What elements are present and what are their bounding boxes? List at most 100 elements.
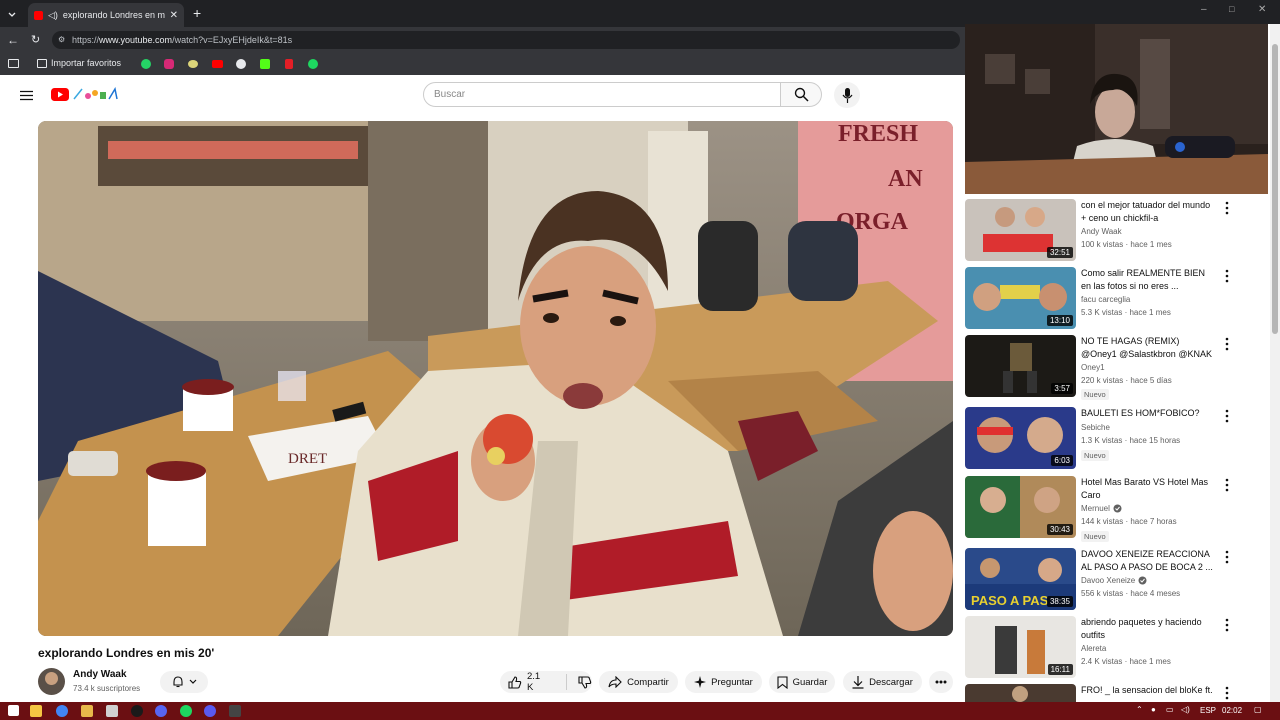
channel-name[interactable]: Andy Waak xyxy=(73,669,127,680)
video-title[interactable]: Hotel Mas Barato VS Hotel Mas Caro xyxy=(1081,476,1217,501)
video-thumbnail[interactable]: 32:51 xyxy=(965,199,1076,261)
like-icon[interactable] xyxy=(508,675,522,689)
search-icon xyxy=(794,87,809,102)
spotify-icon[interactable] xyxy=(308,59,318,69)
maximize-icon[interactable]: □ xyxy=(1229,4,1234,14)
volume-icon[interactable]: ◁) xyxy=(1181,705,1190,714)
subscription-bell-button[interactable] xyxy=(160,671,208,693)
tab-list-icon[interactable] xyxy=(6,8,18,20)
file-explorer-icon[interactable] xyxy=(30,705,42,717)
recommendation-item[interactable]: 3:57 NO TE HAGAS (REMIX) @Oney1 @Salastk… xyxy=(965,335,1268,401)
scrollbar-thumb[interactable] xyxy=(1272,44,1278,334)
chrome-icon[interactable] xyxy=(56,705,68,717)
clock[interactable]: 02:02 xyxy=(1222,706,1242,715)
video-title[interactable]: BAULETI ES HOM*FOBICO? xyxy=(1081,407,1217,420)
site-info-icon[interactable]: ⚙ xyxy=(58,31,65,49)
discord-icon[interactable] xyxy=(155,705,167,717)
back-icon[interactable]: ← xyxy=(7,33,19,47)
recommendation-item[interactable]: 6:03 BAULETI ES HOM*FOBICO? Sebiche 1.3 … xyxy=(965,407,1268,473)
close-window-icon[interactable]: ✕ xyxy=(1258,4,1266,15)
browser-tab[interactable]: ◁) explorando Londres en mis 20 ✕ xyxy=(28,3,184,27)
video-title[interactable]: con el mejor tatuador del mundo + ceno u… xyxy=(1081,199,1217,224)
instagram-icon[interactable] xyxy=(164,59,174,69)
import-bookmarks[interactable]: Importar favoritos xyxy=(37,58,121,68)
recommendation-item[interactable]: PASO A PAS 38:35 DAVOO XENEIZE REACCIONA … xyxy=(965,548,1268,614)
channel-avatar[interactable] xyxy=(38,668,65,695)
recommendation-item[interactable]: FRO! _ la sensacion del bloKe ft. xyxy=(965,684,1268,702)
video-thumbnail[interactable]: 13:10 xyxy=(965,267,1076,329)
tray-chevron-icon[interactable]: ⌃ xyxy=(1136,705,1143,714)
youtube-bookmark-icon[interactable] xyxy=(212,60,223,68)
bookmark-ellipse-icon[interactable] xyxy=(188,60,198,68)
channel-name[interactable]: Andy Waak xyxy=(1081,227,1122,236)
new-tab-icon[interactable]: + xyxy=(193,5,201,21)
minimize-icon[interactable]: – xyxy=(1201,4,1207,15)
video-thumbnail[interactable]: 3:57 xyxy=(965,335,1076,397)
video-title[interactable]: Como salir REALMENTE BIEN en las fotos s… xyxy=(1081,267,1217,292)
channel-name[interactable]: facu carceglia xyxy=(1081,295,1130,304)
windows-start-icon[interactable] xyxy=(8,705,19,716)
more-options-icon[interactable] xyxy=(1223,478,1231,492)
share-button[interactable]: Compartir xyxy=(599,671,678,693)
notifications-icon[interactable]: ▢ xyxy=(1254,705,1262,714)
store-icon[interactable] xyxy=(106,705,118,717)
like-count[interactable]: 2.1 K xyxy=(527,671,549,693)
recommendation-item[interactable]: 32:51 con el mejor tatuador del mundo + … xyxy=(965,199,1268,265)
recommendation-item[interactable]: 13:10 Como salir REALMENTE BIEN en las f… xyxy=(965,267,1268,333)
network-icon[interactable]: ▭ xyxy=(1166,705,1174,714)
video-player[interactable]: FRESH AN ORGA DRET xyxy=(38,121,953,636)
video-thumbnail[interactable] xyxy=(965,684,1076,702)
bookmark-red-icon[interactable] xyxy=(285,59,293,69)
download-button[interactable]: Descargar xyxy=(843,671,922,693)
page-scrollbar[interactable] xyxy=(1270,24,1280,702)
save-button[interactable]: Guardar xyxy=(769,671,835,693)
menu-icon[interactable] xyxy=(20,88,33,101)
share-icon xyxy=(608,676,622,688)
channel-name[interactable]: Oney1 xyxy=(1081,363,1105,372)
youtube-logo[interactable] xyxy=(51,87,120,101)
channel-name[interactable]: Sebiche xyxy=(1081,423,1110,432)
channel-name[interactable]: Davoo Xeneize xyxy=(1081,576,1135,585)
dislike-icon[interactable] xyxy=(578,675,592,689)
video-thumbnail[interactable]: 30:43 xyxy=(965,476,1076,538)
video-title[interactable]: DAVOO XENEIZE REACCIONA AL PASO A PASO D… xyxy=(1081,548,1217,573)
close-tab-icon[interactable]: ✕ xyxy=(170,10,178,21)
mic-tray-icon[interactable]: ● xyxy=(1151,705,1156,714)
video-thumbnail[interactable]: 6:03 xyxy=(965,407,1076,469)
audio-playing-icon[interactable]: ◁) xyxy=(48,10,58,21)
more-options-icon[interactable] xyxy=(1223,269,1231,283)
obs-icon[interactable] xyxy=(131,705,143,717)
spotify-taskbar-icon[interactable] xyxy=(180,705,192,717)
app-window-icon[interactable] xyxy=(229,705,241,717)
url-bar[interactable]: ⚙ https://www.youtube.com/watch?v=EJxyEH… xyxy=(52,31,960,49)
more-options-icon[interactable] xyxy=(1223,201,1231,215)
search-input[interactable]: Buscar xyxy=(423,82,781,107)
ask-button[interactable]: Preguntar xyxy=(685,671,762,693)
language-indicator[interactable]: ESP xyxy=(1200,706,1216,715)
channel-name[interactable]: Mernuel xyxy=(1081,504,1110,513)
video-title[interactable]: FRO! _ la sensacion del bloKe ft. xyxy=(1081,684,1217,697)
more-options-icon[interactable] xyxy=(1223,337,1231,351)
video-thumbnail[interactable]: 16:11 xyxy=(965,616,1076,678)
recommendation-item[interactable]: 30:43 Hotel Mas Barato VS Hotel Mas Caro… xyxy=(965,476,1268,542)
more-options-icon[interactable] xyxy=(1223,550,1231,564)
recommendation-item[interactable]: 16:11 abriendo paquetes y haciendo outfi… xyxy=(965,616,1268,682)
folder-taskbar-icon[interactable] xyxy=(81,705,93,717)
more-options-icon[interactable] xyxy=(1223,618,1231,632)
video-thumbnail[interactable]: PASO A PAS 38:35 xyxy=(965,548,1076,610)
search-button[interactable] xyxy=(780,82,822,107)
chatgpt-icon[interactable] xyxy=(236,59,246,69)
apps-icon[interactable] xyxy=(8,59,19,68)
channel-name[interactable]: Alereta xyxy=(1081,644,1106,653)
voice-search-button[interactable] xyxy=(834,82,860,108)
kick-icon[interactable] xyxy=(260,59,270,69)
reload-icon[interactable]: ↻ xyxy=(31,33,40,46)
more-options-icon[interactable] xyxy=(1223,409,1231,423)
more-options-icon[interactable] xyxy=(1223,686,1231,700)
app-taskbar-icon[interactable] xyxy=(204,705,216,717)
more-horizontal-icon xyxy=(935,680,947,684)
video-title[interactable]: abriendo paquetes y haciendo outfits xyxy=(1081,616,1217,641)
video-title[interactable]: NO TE HAGAS (REMIX) @Oney1 @Salastkbron … xyxy=(1081,335,1217,360)
whatsapp-icon[interactable] xyxy=(141,59,151,69)
more-actions-button[interactable] xyxy=(929,671,953,693)
